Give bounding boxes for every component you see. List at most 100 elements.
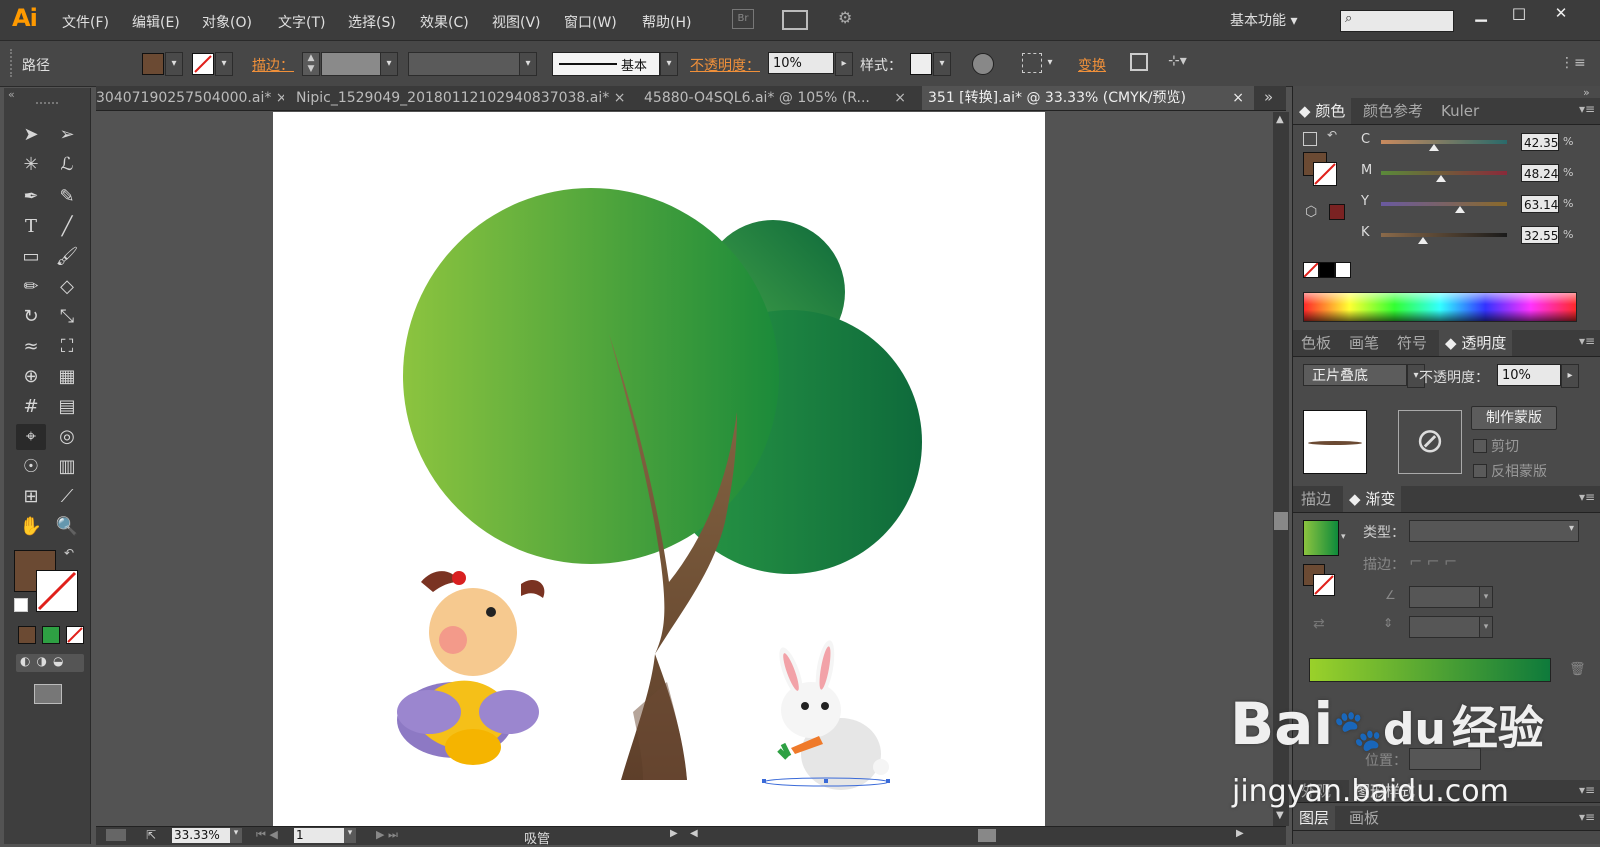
pen-tool-icon[interactable]: ✒ [16, 184, 46, 210]
gradient-preview-swatch[interactable] [1303, 520, 1339, 556]
maximize-button[interactable]: □ [1500, 4, 1538, 26]
artboard-number-field[interactable]: 1 [294, 828, 344, 843]
symbol-sprayer-tool-icon[interactable]: ☉ [16, 454, 46, 480]
gradient-mode-icon[interactable] [42, 626, 60, 644]
cc-sync-icon[interactable] [106, 829, 126, 841]
channel-value-c[interactable]: 42.35 [1521, 133, 1559, 151]
none-color-icon[interactable] [1303, 262, 1319, 278]
tab-color-guide[interactable]: 颜色参考 [1363, 98, 1423, 124]
arrange-documents-icon[interactable] [782, 10, 808, 30]
column-graph-tool-icon[interactable]: ▥ [52, 454, 82, 480]
free-transform-tool-icon[interactable]: ⛶ [52, 334, 82, 360]
first-artboard-icon[interactable]: ⏮ ◀ [256, 828, 278, 842]
graphic-style-dropdown[interactable]: ▾ [933, 52, 951, 76]
variable-width-dropdown[interactable]: ▾ [519, 52, 537, 76]
stroke-gradient-modes[interactable]: ⌐⌐⌐ [1409, 552, 1493, 574]
trash-icon[interactable]: 🗑 [1569, 662, 1586, 677]
sync-settings-icon[interactable]: ⚙ [838, 8, 864, 28]
direct-selection-tool-icon[interactable]: ➢ [52, 122, 82, 148]
channel-slider-k[interactable] [1381, 233, 1507, 244]
blend-mode-select[interactable]: 正片叠底 [1303, 364, 1407, 386]
toolbar-grip[interactable] [36, 102, 58, 108]
selection-tool-icon[interactable]: ➤ [16, 122, 46, 148]
none-mode-icon[interactable] [66, 626, 84, 644]
status-menu-icon[interactable]: ▶ [670, 828, 678, 839]
gradient-tool-icon[interactable]: ▤ [52, 394, 82, 420]
shape-builder-tool-icon[interactable]: ⊕ [16, 364, 46, 390]
swap-fill-stroke-icon[interactable]: ↶ [64, 546, 74, 560]
stroke-swatch-none[interactable] [192, 53, 214, 75]
search-input[interactable]: ⌕ [1340, 10, 1454, 32]
magic-wand-tool-icon[interactable]: ✳ [16, 152, 46, 178]
tab-gradient[interactable]: ◆ 渐变 [1343, 486, 1402, 512]
export-icon[interactable]: ⇱ [146, 828, 156, 842]
channel-slider-y[interactable] [1381, 202, 1507, 213]
gradient-stroke-swatch[interactable] [1313, 574, 1335, 596]
menu-view[interactable]: 视图(V) [492, 12, 541, 32]
workspace-switcher[interactable]: 基本功能 ▾ [1230, 10, 1297, 30]
opacity-slider-arrow[interactable]: ▸ [835, 52, 853, 76]
align-dropdown[interactable]: ▾ [1042, 52, 1058, 74]
panel-menu-icon[interactable]: ▾≡ [1579, 490, 1595, 504]
artboard[interactable] [273, 112, 1045, 826]
gradient-preset-dropdown[interactable]: ▾ [1341, 532, 1346, 542]
menu-select[interactable]: 选择(S) [348, 12, 396, 32]
slider-thumb[interactable] [1428, 144, 1439, 151]
gradient-angle-field[interactable] [1409, 586, 1481, 608]
out-of-gamut-icon[interactable]: ⬡ [1305, 204, 1317, 220]
fill-swatch[interactable] [142, 53, 164, 75]
horizontal-scrollbar[interactable]: ◀ ▶ [688, 828, 1248, 843]
tab-brushes[interactable]: 画笔 [1349, 330, 1379, 356]
make-mask-button[interactable]: 制作蒙版 [1471, 406, 1557, 430]
panel-menu-icon[interactable]: ▾≡ [1579, 102, 1595, 116]
slider-thumb[interactable] [1417, 237, 1428, 244]
reverse-gradient-icon[interactable]: ⇄ [1313, 616, 1325, 632]
gradient-slider[interactable] [1309, 658, 1551, 682]
clip-checkbox[interactable] [1473, 439, 1487, 453]
lasso-tool-icon[interactable]: ℒ [52, 152, 82, 178]
eraser-tool-icon[interactable]: ◇ [52, 274, 82, 300]
eyedropper-tool-icon[interactable]: ⌖ [16, 424, 46, 450]
channel-value-y[interactable]: 63.14 [1521, 195, 1559, 213]
drawing-modes-icon[interactable]: ◐◑◒ [16, 654, 84, 672]
slice-tool-icon[interactable]: ⟋ [52, 484, 82, 510]
close-icon[interactable]: × [1232, 86, 1244, 110]
aspect-dropdown[interactable]: ▾ [1479, 616, 1493, 638]
graphic-style-swatch[interactable] [910, 53, 932, 75]
panel-menu-icon[interactable]: ▾≡ [1579, 810, 1595, 824]
panel-menu-icon[interactable]: ▾≡ [1579, 334, 1595, 348]
menu-window[interactable]: 窗口(W) [564, 12, 617, 32]
gradient-type-select[interactable]: ▾ [1409, 520, 1579, 542]
tab-color[interactable]: ◆ 颜色 [1293, 98, 1352, 124]
menu-effect[interactable]: 效果(C) [420, 12, 469, 32]
no-mask-icon[interactable]: ⊘ [1398, 410, 1462, 474]
document-tab-3[interactable]: 45880-O4SQL6.ai* @ 105% (R... × [644, 86, 906, 110]
mesh-tool-icon[interactable]: # [16, 394, 46, 420]
paintbrush-tool-icon[interactable]: 🖌 [52, 244, 82, 270]
screen-mode-icon[interactable] [34, 684, 62, 704]
collapse-panel-icon[interactable]: « [8, 88, 15, 101]
stroke-dropdown-arrow[interactable]: ▾ [215, 52, 233, 76]
black-color-swatch[interactable] [1319, 262, 1335, 278]
type-tool-icon[interactable]: T [16, 214, 46, 240]
tab-swatches[interactable]: 色板 [1301, 330, 1331, 356]
brush-definition[interactable]: 基本 [552, 52, 660, 76]
invert-mask-checkbox[interactable] [1473, 464, 1487, 478]
tab-symbols[interactable]: 符号 [1397, 330, 1427, 356]
default-colors-icon[interactable] [14, 598, 28, 612]
curvature-tool-icon[interactable]: ✎ [52, 184, 82, 210]
panel-menu-icon[interactable]: ⋮≡ [1560, 55, 1586, 71]
stroke-weight-field[interactable] [321, 52, 381, 76]
rectangle-tool-icon[interactable]: ▭ [16, 244, 46, 270]
stroke-weight-dropdown[interactable]: ▾ [380, 52, 398, 76]
opacity-label[interactable]: 不透明度： [690, 55, 760, 75]
artboard-tool-icon[interactable]: ⊞ [16, 484, 46, 510]
more-tabs-icon[interactable]: » [1264, 88, 1273, 106]
menu-object[interactable]: 对象(O) [202, 12, 252, 32]
color-mode-icon[interactable] [18, 626, 36, 644]
document-tab-2[interactable]: Nipic_1529049_20180112102940837038.ai* × [296, 86, 632, 110]
next-artboard-icon[interactable]: ▶ ⏭ [376, 828, 398, 842]
zoom-field[interactable]: 33.33% [172, 828, 230, 843]
transparency-opacity-arrow[interactable]: ▸ [1561, 364, 1579, 388]
artboard-dropdown[interactable]: ▾ [344, 828, 356, 843]
